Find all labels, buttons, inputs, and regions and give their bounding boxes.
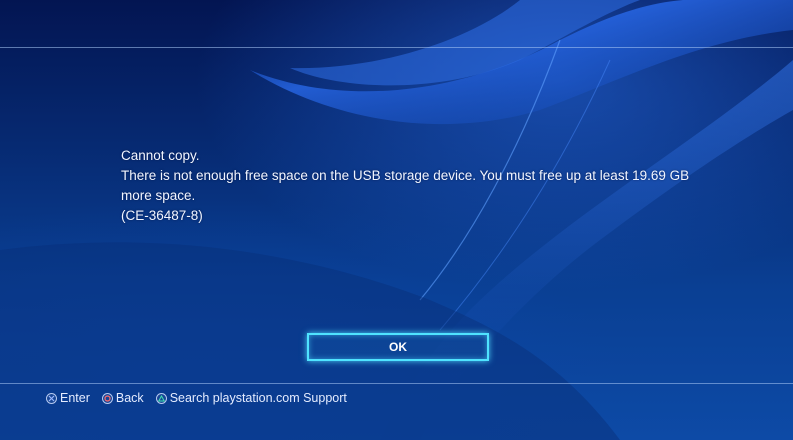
ok-button[interactable]: OK — [307, 333, 489, 361]
bottom-divider — [0, 383, 793, 384]
cross-button-icon — [46, 392, 57, 404]
triangle-button-icon — [155, 392, 167, 404]
controller-hints: Enter Back Search playstation.com Suppor… — [46, 390, 347, 406]
error-message: Cannot copy. There is not enough free sp… — [121, 146, 701, 226]
hint-enter-label: Enter — [60, 391, 90, 405]
hint-search-support[interactable]: Search playstation.com Support — [155, 391, 347, 405]
top-divider — [0, 47, 793, 48]
message-body: There is not enough free space on the US… — [121, 168, 690, 203]
circle-button-icon — [101, 392, 113, 404]
hint-back[interactable]: Back — [101, 391, 144, 405]
hint-enter[interactable]: Enter — [46, 391, 90, 405]
message-title: Cannot copy. — [121, 148, 200, 163]
hint-search-support-label: Search playstation.com Support — [169, 391, 347, 405]
error-code: (CE-36487-8) — [121, 208, 203, 223]
hint-back-label: Back — [115, 391, 144, 405]
ps4-dialog-screen: Cannot copy. There is not enough free sp… — [0, 0, 793, 440]
